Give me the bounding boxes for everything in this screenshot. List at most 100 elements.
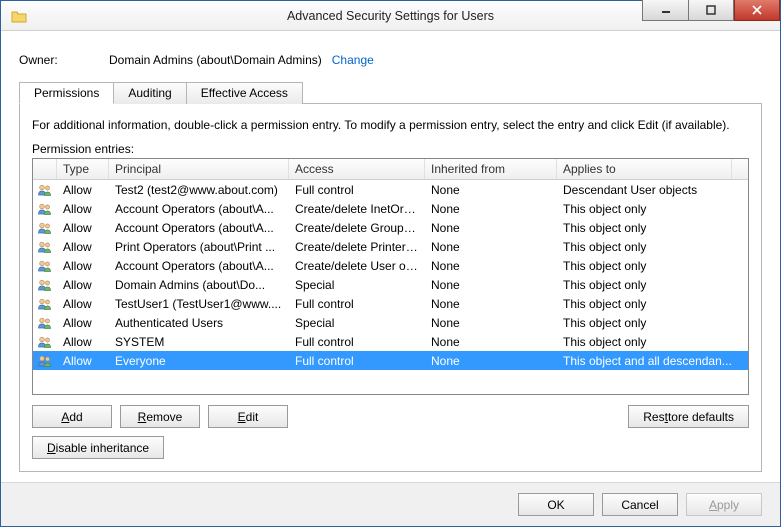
inheritance-buttons: Disable inheritance xyxy=(32,436,749,459)
cell-inherited: None xyxy=(425,259,557,273)
users-icon xyxy=(33,221,57,235)
cell-type: Allow xyxy=(57,183,109,197)
cell-principal: Test2 (test2@www.about.com) xyxy=(109,183,289,197)
restore-defaults-button[interactable]: Resttore defaults xyxy=(628,405,749,428)
window-controls xyxy=(642,1,780,30)
cell-principal: Domain Admins (about\Do... xyxy=(109,278,289,292)
table-row[interactable]: AllowEveryoneFull controlNoneThis object… xyxy=(33,351,748,370)
titlebar: Advanced Security Settings for Users xyxy=(1,1,780,31)
cell-type: Allow xyxy=(57,240,109,254)
grid-buttons: Add Remove Edit Resttore defaults xyxy=(32,405,749,428)
disable-inheritance-button[interactable]: Disable inheritance xyxy=(32,436,164,459)
column-inherited[interactable]: Inherited from xyxy=(425,159,557,179)
cell-inherited: None xyxy=(425,335,557,349)
apply-button[interactable]: Apply xyxy=(686,493,762,516)
tab-permissions[interactable]: Permissions xyxy=(19,82,114,104)
cell-access: Create/delete User obj... xyxy=(289,259,425,273)
folder-icon xyxy=(11,9,27,23)
cell-applies: This object only xyxy=(557,240,748,254)
cell-type: Allow xyxy=(57,259,109,273)
table-row[interactable]: AllowTest2 (test2@www.about.com)Full con… xyxy=(33,180,748,199)
cell-applies: This object and all descendan... xyxy=(557,354,748,368)
cell-access: Full control xyxy=(289,297,425,311)
instructions-text: For additional information, double-click… xyxy=(32,118,749,132)
cell-type: Allow xyxy=(57,297,109,311)
owner-label: Owner: xyxy=(19,53,109,67)
tab-content: For additional information, double-click… xyxy=(19,104,762,472)
cell-inherited: None xyxy=(425,354,557,368)
table-row[interactable]: AllowAccount Operators (about\A...Create… xyxy=(33,256,748,275)
cell-inherited: None xyxy=(425,202,557,216)
cell-applies: Descendant User objects xyxy=(557,183,748,197)
cell-inherited: None xyxy=(425,240,557,254)
ok-button[interactable]: OK xyxy=(518,493,594,516)
column-principal[interactable]: Principal xyxy=(109,159,289,179)
tab-effective-access[interactable]: Effective Access xyxy=(187,82,303,104)
maximize-button[interactable] xyxy=(688,0,734,21)
users-icon xyxy=(33,335,57,349)
table-row[interactable]: AllowSYSTEMFull controlNoneThis object o… xyxy=(33,332,748,351)
security-settings-window: Advanced Security Settings for Users Own… xyxy=(0,0,781,527)
users-icon xyxy=(33,278,57,292)
cell-access: Create/delete InetOrg... xyxy=(289,202,425,216)
cell-type: Allow xyxy=(57,316,109,330)
cell-applies: This object only xyxy=(557,297,748,311)
cell-principal: Everyone xyxy=(109,354,289,368)
users-icon xyxy=(33,240,57,254)
column-applies[interactable]: Applies to xyxy=(557,159,732,179)
users-icon xyxy=(33,354,57,368)
users-icon xyxy=(33,202,57,216)
close-icon xyxy=(752,5,762,15)
column-access[interactable]: Access xyxy=(289,159,425,179)
cell-access: Create/delete Printer o... xyxy=(289,240,425,254)
owner-value: Domain Admins (about\Domain Admins) xyxy=(109,53,322,67)
column-icon[interactable] xyxy=(33,159,57,179)
minimize-icon xyxy=(661,5,671,15)
table-row[interactable]: AllowPrint Operators (about\Print ...Cre… xyxy=(33,237,748,256)
cell-inherited: None xyxy=(425,316,557,330)
cell-inherited: None xyxy=(425,297,557,311)
edit-button[interactable]: Edit xyxy=(208,405,288,428)
cell-principal: Print Operators (about\Print ... xyxy=(109,240,289,254)
cell-type: Allow xyxy=(57,335,109,349)
column-type[interactable]: Type xyxy=(57,159,109,179)
cell-applies: This object only xyxy=(557,202,748,216)
users-icon xyxy=(33,297,57,311)
cell-access: Special xyxy=(289,278,425,292)
cell-applies: This object only xyxy=(557,221,748,235)
grid-body[interactable]: AllowTest2 (test2@www.about.com)Full con… xyxy=(33,180,748,394)
tab-strip: Permissions Auditing Effective Access xyxy=(19,81,762,104)
cell-type: Allow xyxy=(57,221,109,235)
table-row[interactable]: AllowDomain Admins (about\Do...SpecialNo… xyxy=(33,275,748,294)
cell-principal: Account Operators (about\A... xyxy=(109,221,289,235)
cell-principal: Authenticated Users xyxy=(109,316,289,330)
cancel-button[interactable]: Cancel xyxy=(602,493,678,516)
change-owner-link[interactable]: Change xyxy=(332,53,374,67)
cell-applies: This object only xyxy=(557,316,748,330)
cell-access: Full control xyxy=(289,183,425,197)
tab-auditing[interactable]: Auditing xyxy=(114,82,186,104)
cell-applies: This object only xyxy=(557,335,748,349)
cell-inherited: None xyxy=(425,183,557,197)
table-row[interactable]: AllowAccount Operators (about\A...Create… xyxy=(33,218,748,237)
remove-button[interactable]: Remove xyxy=(120,405,200,428)
cell-applies: This object only xyxy=(557,259,748,273)
users-icon xyxy=(33,316,57,330)
add-button[interactable]: Add xyxy=(32,405,112,428)
table-row[interactable]: AllowTestUser1 (TestUser1@www....Full co… xyxy=(33,294,748,313)
dialog-footer: OK Cancel Apply xyxy=(1,482,780,526)
users-icon xyxy=(33,259,57,273)
cell-type: Allow xyxy=(57,202,109,216)
cell-applies: This object only xyxy=(557,278,748,292)
users-icon xyxy=(33,183,57,197)
close-button[interactable] xyxy=(734,0,780,21)
cell-inherited: None xyxy=(425,278,557,292)
cell-access: Create/delete Group o... xyxy=(289,221,425,235)
cell-principal: SYSTEM xyxy=(109,335,289,349)
table-row[interactable]: AllowAuthenticated UsersSpecialNoneThis … xyxy=(33,313,748,332)
body: Owner: Domain Admins (about\Domain Admin… xyxy=(1,31,780,482)
minimize-button[interactable] xyxy=(642,0,688,21)
owner-row: Owner: Domain Admins (about\Domain Admin… xyxy=(19,53,762,67)
grid-header: Type Principal Access Inherited from App… xyxy=(33,159,748,180)
table-row[interactable]: AllowAccount Operators (about\A...Create… xyxy=(33,199,748,218)
